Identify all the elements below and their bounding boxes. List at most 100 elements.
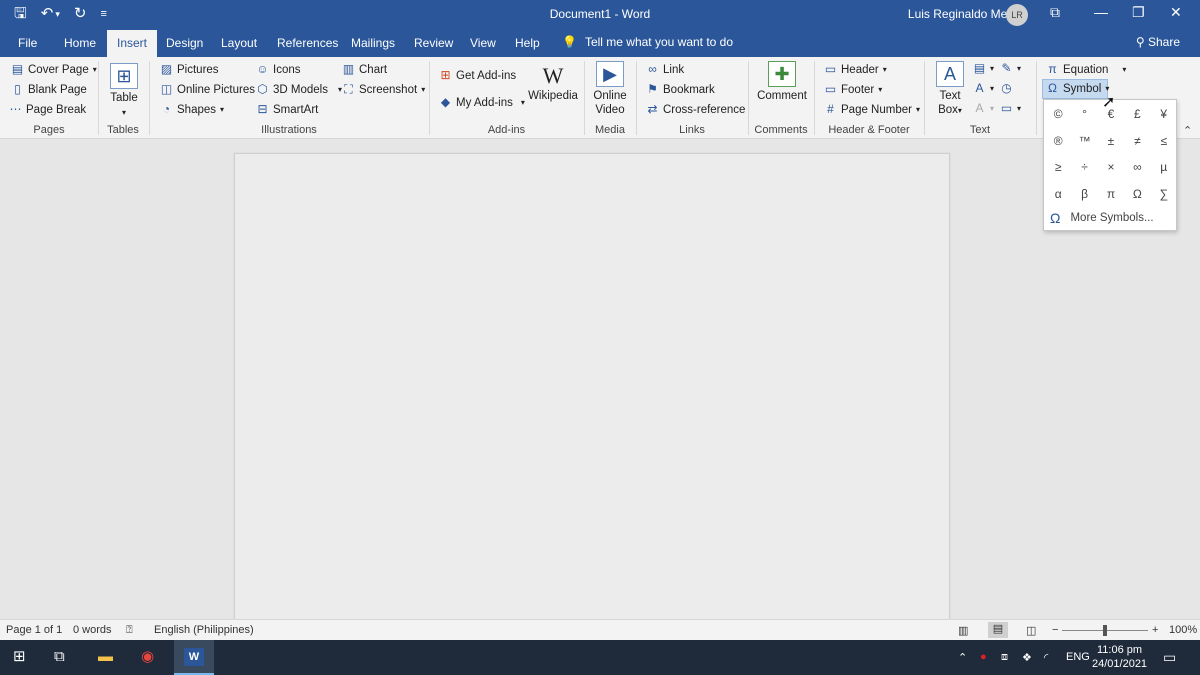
online-picture-icon: ◫ (160, 82, 173, 96)
date-time-icon[interactable]: ◷ (1000, 82, 1013, 95)
share-button[interactable]: ⚲ Share (1136, 35, 1180, 49)
minimize-icon[interactable]: — (1094, 4, 1108, 20)
file-explorer-icon[interactable]: ▬ (98, 648, 113, 666)
word-count[interactable]: 0 words (73, 624, 112, 636)
tell-me-search[interactable]: 💡 Tell me what you want to do (562, 35, 733, 49)
record-icon[interactable]: ● (980, 651, 987, 663)
chart-button[interactable]: ▥ Chart (342, 63, 387, 76)
text-box-button[interactable]: A Text Box▾ (932, 61, 968, 118)
tab-help[interactable]: Help (515, 36, 540, 50)
dropbox-icon[interactable]: ❖ (1022, 651, 1032, 664)
pi-icon: π (1048, 62, 1057, 76)
word-taskbar-button[interactable]: W (174, 640, 214, 675)
signature-line-icon[interactable]: ✎ ▾ (1000, 62, 1021, 75)
zoom-slider-thumb[interactable] (1103, 625, 1107, 636)
tab-insert[interactable]: Insert (107, 30, 158, 57)
bookmark-button[interactable]: ⚑ Bookmark (646, 83, 715, 96)
symbol-micro[interactable]: µ (1151, 154, 1177, 181)
symbol-degree[interactable]: ° (1071, 101, 1097, 128)
restore-icon[interactable]: ❐ (1132, 4, 1145, 21)
icons-button[interactable]: ☺ Icons (256, 63, 300, 76)
tray-overflow-icon[interactable]: ⌃ (958, 651, 967, 664)
blank-page-button[interactable]: ▯ Blank Page (11, 83, 87, 96)
link-button[interactable]: ∞ Link (646, 63, 684, 76)
comment-button[interactable]: ✚ Comment (755, 61, 809, 103)
online-pictures-button[interactable]: ◫ Online Pictures (160, 83, 255, 96)
task-view-icon[interactable]: ⧉ (54, 648, 65, 666)
read-mode-icon[interactable]: ▥ (958, 624, 968, 637)
omega-icon: Ω (1048, 81, 1057, 95)
tab-view[interactable]: View (470, 36, 496, 50)
proofing-icon[interactable]: ⍰ (126, 624, 133, 637)
equation-button[interactable]: π Equation ▾ (1046, 63, 1126, 76)
close-icon[interactable]: ✕ (1170, 4, 1182, 21)
ribbon-display-options-icon[interactable]: ⧉ (1050, 4, 1060, 21)
zoom-in-button[interactable]: + (1152, 624, 1158, 636)
drop-cap-icon[interactable]: A ▾ (973, 102, 994, 115)
symbol-divide[interactable]: ÷ (1071, 154, 1097, 181)
web-layout-icon[interactable]: ◫ (1026, 624, 1036, 637)
symbol-less-equal[interactable]: ≤ (1151, 128, 1177, 155)
avatar[interactable]: LR (1006, 4, 1028, 26)
tab-references[interactable]: References (277, 36, 338, 50)
tab-file[interactable]: File (18, 36, 37, 50)
windows-start-icon[interactable]: ⊞ (13, 648, 26, 666)
input-language[interactable]: ENG (1066, 651, 1090, 663)
tab-review[interactable]: Review (414, 36, 453, 50)
table-button[interactable]: ⊞ Table ▾ (106, 63, 142, 120)
print-layout-icon[interactable]: ▤ (988, 622, 1008, 638)
shapes-button[interactable]: ◔ Shapes ▾ (160, 103, 224, 116)
document-area[interactable] (0, 139, 1200, 623)
symbol-alpha[interactable]: α (1045, 181, 1071, 208)
wordart-icon[interactable]: A ▾ (973, 82, 994, 95)
more-symbols-button[interactable]: Ω More Symbols... (1050, 210, 1154, 226)
cross-reference-button[interactable]: ⇄ Cross-reference (646, 103, 745, 116)
symbol-sum[interactable]: ∑ (1151, 181, 1177, 208)
tab-design[interactable]: Design (166, 36, 203, 50)
page-break-button[interactable]: ⋯ Page Break (9, 103, 87, 116)
symbol-multiply[interactable]: × (1098, 154, 1124, 181)
tab-layout[interactable]: Layout (221, 36, 257, 50)
device-icon[interactable]: ⧈ (1001, 651, 1008, 664)
pictures-button[interactable]: ▨ Pictures (160, 63, 219, 76)
get-addins-button[interactable]: ⊞ Get Add-ins (439, 69, 516, 82)
symbol-beta[interactable]: β (1071, 181, 1097, 208)
symbol-trademark[interactable]: ™ (1071, 128, 1097, 155)
screenshot-button[interactable]: ⛶ Screenshot ▾ (342, 83, 425, 96)
symbol-omega[interactable]: Ω (1124, 181, 1150, 208)
symbol-pound[interactable]: £ (1124, 101, 1150, 128)
symbol-infinity[interactable]: ∞ (1124, 154, 1150, 181)
notifications-icon[interactable]: ▭ (1163, 649, 1176, 666)
dropdown-arrow-icon: ▾ (220, 105, 225, 114)
symbol-yen[interactable]: ¥ (1151, 101, 1177, 128)
tab-mailings[interactable]: Mailings (351, 36, 395, 50)
page-count[interactable]: Page 1 of 1 (6, 624, 62, 636)
zoom-out-button[interactable]: − (1052, 624, 1058, 636)
3d-models-button[interactable]: ⬡ 3D Models ▾ (256, 83, 342, 96)
language[interactable]: English (Philippines) (154, 624, 254, 636)
wifi-icon[interactable]: ◜ (1044, 651, 1048, 664)
symbol-not-equal[interactable]: ≠ (1124, 128, 1150, 155)
symbol-copyright[interactable]: © (1045, 101, 1071, 128)
tab-home[interactable]: Home (64, 36, 96, 50)
clock[interactable]: 11:06 pm 24/01/2021 (1092, 643, 1147, 671)
footer-button[interactable]: ▭ Footer ▾ (824, 83, 882, 96)
chrome-icon[interactable]: ◉ (141, 648, 154, 666)
online-video-button[interactable]: ▶ Online Video (590, 61, 630, 117)
object-icon[interactable]: ▭ ▾ (1000, 102, 1021, 115)
collapse-ribbon-icon[interactable]: ⌃ (1183, 124, 1192, 137)
my-addins-button[interactable]: ◆ My Add-ins ▾ (439, 96, 525, 109)
symbol-registered[interactable]: ® (1045, 128, 1071, 155)
document-page[interactable] (234, 153, 950, 623)
cover-page-button[interactable]: ▤ Cover Page ▾ (11, 63, 97, 76)
header-button[interactable]: ▭ Header ▾ (824, 63, 887, 76)
zoom-level[interactable]: 100% (1169, 624, 1197, 636)
symbol-plus-minus[interactable]: ± (1098, 128, 1124, 155)
wikipedia-button[interactable]: W Wikipedia (528, 63, 578, 103)
symbol-pi[interactable]: π (1098, 181, 1124, 208)
smartart-button[interactable]: ⊟ SmartArt (256, 103, 318, 116)
quick-parts-icon[interactable]: ▤ ▾ (973, 62, 994, 75)
page-number-button[interactable]: # Page Number ▾ (824, 103, 920, 116)
symbol-button[interactable]: Ω Symbol ▾ (1042, 79, 1109, 99)
symbol-greater-equal[interactable]: ≥ (1045, 154, 1071, 181)
